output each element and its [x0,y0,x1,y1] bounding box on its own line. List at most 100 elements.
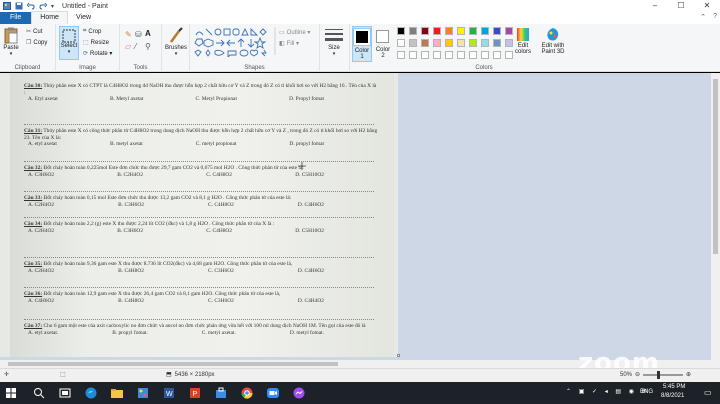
language-indicator[interactable]: ENG [640,389,653,395]
paint-taskbar-icon[interactable] [136,386,150,400]
palette-swatch[interactable] [421,39,429,47]
fill-label: Fill ▾ [286,41,300,47]
color2-button[interactable]: Color 2 [374,26,392,62]
paste-button[interactable]: Paste ▾ [3,27,19,57]
color-picker-icon[interactable]: ⁄ [135,42,136,51]
custom-color-slot[interactable] [397,51,405,59]
select-button[interactable]: Select ▾ [59,26,79,60]
palette-swatch[interactable] [445,39,453,47]
edit-paint3d-button[interactable]: Edit with Paint 3D [538,27,568,55]
copy-button[interactable]: ❐ Copy [26,39,47,47]
custom-color-slot[interactable] [481,51,489,59]
resize-label: Resize [90,39,110,46]
answer-option: A. C2H4O2 [28,267,55,274]
chrome-icon[interactable] [240,386,254,400]
close-button[interactable]: ✕ [694,0,720,12]
palette-swatch[interactable] [397,39,405,47]
maximize-button[interactable]: ☐ [668,0,694,12]
palette-swatch[interactable] [409,27,417,35]
quick-access-dropdown-icon[interactable]: ▾ [51,3,54,10]
file-explorer-icon[interactable] [110,386,124,400]
crop-icon: ⌗ [83,28,87,34]
zoom-app-icon[interactable] [266,386,280,400]
palette-swatch[interactable] [469,27,477,35]
palette-swatch[interactable] [433,27,441,35]
palette-swatch[interactable] [421,27,429,35]
eraser-icon[interactable]: ▱ [125,42,131,51]
palette-swatch[interactable] [457,39,465,47]
minimize-button[interactable]: – [642,0,668,12]
palette-swatch[interactable] [457,27,465,35]
tab-home[interactable]: Home [31,11,68,24]
windows-start-icon[interactable] [4,386,18,400]
shapes-gallery[interactable] [194,27,272,57]
crop-button[interactable]: ⌗ Crop [83,28,101,35]
palette-swatch[interactable] [433,39,441,47]
text-tool-icon[interactable]: A [145,29,151,38]
magnifier-icon[interactable]: ⚲ [145,42,151,51]
answer-option: B. C4H8O2 [118,297,144,304]
edit-colors-button[interactable]: Edit colors [512,27,534,55]
image-group: Select ▾ ⌗ Crop ⬚ Resize ⟳ Rotate ▾ Imag… [56,24,120,72]
vertical-scroll-thumb[interactable] [713,79,718,254]
edge-icon[interactable] [84,386,98,400]
clock-time[interactable]: 5:45 PM [663,384,685,390]
pencil-icon[interactable]: ✎ [125,30,132,39]
zoom-slider-thumb[interactable] [657,370,661,379]
palette-swatch[interactable] [493,27,501,35]
dotted-separator [24,217,374,218]
tab-file[interactable]: File [0,12,32,24]
paste-dropdown-icon: ▾ [9,51,13,57]
word-icon[interactable]: W [162,386,176,400]
redo-icon[interactable] [39,2,47,10]
palette-swatch[interactable] [445,27,453,35]
rotate-button[interactable]: ⟳ Rotate ▾ [83,50,112,57]
zoom-in-button[interactable]: ⊕ [686,371,691,378]
search-icon[interactable] [32,386,46,400]
help-icon[interactable]: ? [713,13,717,20]
custom-color-slot[interactable] [409,51,417,59]
answer-option: C. metyl axetat. [201,329,236,336]
store-icon[interactable] [214,386,228,400]
fill-button[interactable]: ◧ Fill ▾ [279,40,299,47]
resize-button[interactable]: ⬚ Resize [83,39,110,47]
canvas-workspace[interactable]: Câu 30: Thủy phân este X có CTPT là C4H8… [0,73,720,368]
outline-button[interactable]: ▭ Outline ▾ [279,29,310,36]
zoom-slider[interactable] [643,370,684,379]
palette-swatch[interactable] [469,39,477,47]
task-view-icon[interactable] [58,386,72,400]
custom-color-slot[interactable] [457,51,465,59]
ribbon-collapse-icon[interactable]: ⌃ [700,13,706,21]
canvas-resize-handle[interactable] [397,354,400,357]
palette-swatch[interactable] [397,27,405,35]
cut-button[interactable]: ✂ Cut [26,28,42,36]
custom-color-slot[interactable] [421,51,429,59]
zoom-out-button[interactable]: ⊖ [635,371,640,378]
tray-icons[interactable]: ⌃ ▣ ✓ ◂ ▤ ◉ ✉ [566,388,650,395]
palette-swatch[interactable] [481,27,489,35]
clock-date[interactable]: 8/8/2021 [661,393,684,399]
notifications-icon[interactable]: ▭ [704,388,712,397]
palette-swatch[interactable] [493,39,501,47]
paint-app-icon [3,2,11,10]
horizontal-scroll-thumb[interactable] [8,362,338,366]
brushes-button[interactable]: Brushes ▾ [165,27,187,57]
answer-option: B. C4H8O2 [118,267,144,274]
palette-swatch[interactable] [409,39,417,47]
palette-swatch[interactable] [481,39,489,47]
answer-option: D. C5H10O2 [295,171,324,178]
undo-icon[interactable] [27,2,35,10]
vertical-scrollbar[interactable] [711,73,720,368]
messenger-icon[interactable] [292,386,306,400]
custom-color-slot[interactable] [445,51,453,59]
tab-view[interactable]: View [68,12,99,24]
custom-color-slot[interactable] [493,51,501,59]
custom-color-slot[interactable] [433,51,441,59]
custom-color-slot[interactable] [469,51,477,59]
canvas-image[interactable]: Câu 30: Thủy phân este X có CTPT là C4H8… [0,73,398,357]
save-icon[interactable] [15,2,23,10]
size-button[interactable]: Size ▾ [324,27,344,57]
fill-bucket-icon[interactable]: ⛁ [135,30,142,39]
color1-button[interactable]: Color 1 [352,26,372,62]
powerpoint-icon[interactable]: P [188,386,202,400]
